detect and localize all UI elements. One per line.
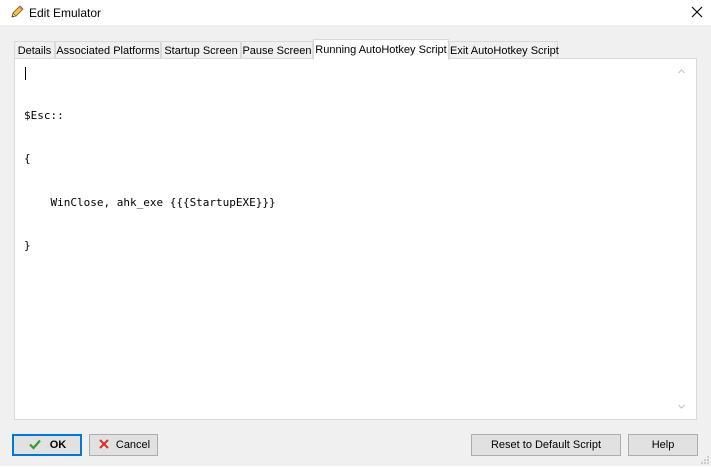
tab-exit-autohotkey-script[interactable]: Exit AutoHotkey Script (449, 41, 559, 59)
tab-running-autohotkey-script[interactable]: Running AutoHotkey Script (313, 39, 449, 60)
help-button[interactable]: Help (628, 434, 698, 456)
close-button[interactable] (686, 2, 708, 22)
scroll-up-icon[interactable] (675, 65, 688, 78)
vertical-scrollbar[interactable] (675, 65, 688, 413)
tab-details[interactable]: Details (14, 41, 55, 59)
cancel-button[interactable]: Cancel (89, 434, 158, 456)
tab-pause-screen[interactable]: Pause Screen (241, 41, 313, 59)
close-icon (691, 6, 703, 18)
scroll-down-icon[interactable] (675, 400, 688, 413)
editor-line: { (24, 152, 31, 165)
ok-button[interactable]: OK (12, 434, 82, 456)
window-title: Edit Emulator (29, 6, 102, 20)
tab-panel: $Esc:: { WinClose, ahk_exe {{{StartupEXE… (14, 58, 697, 420)
tab-associated-platforms[interactable]: Associated Platforms (55, 41, 161, 59)
title-bar: Edit Emulator (0, 0, 711, 25)
pencil-icon (9, 4, 25, 20)
tab-startup-screen[interactable]: Startup Screen (161, 41, 241, 59)
resize-grip-icon[interactable] (699, 454, 710, 465)
text-caret (25, 67, 26, 80)
cancel-label: Cancel (115, 439, 151, 451)
editor-line: WinClose, ahk_exe {{{StartupEXE}}} (24, 195, 276, 209)
checkmark-icon (28, 437, 42, 451)
script-editor[interactable]: $Esc:: { WinClose, ahk_exe {{{StartupEXE… (24, 65, 674, 413)
editor-line: } (24, 239, 31, 252)
edit-emulator-dialog: Edit Emulator Details Associated Platfor… (0, 0, 711, 466)
ok-label: OK (49, 439, 67, 451)
x-icon (97, 437, 111, 451)
editor-line: $Esc:: (24, 108, 64, 122)
reset-to-default-script-button[interactable]: Reset to Default Script (471, 434, 621, 456)
